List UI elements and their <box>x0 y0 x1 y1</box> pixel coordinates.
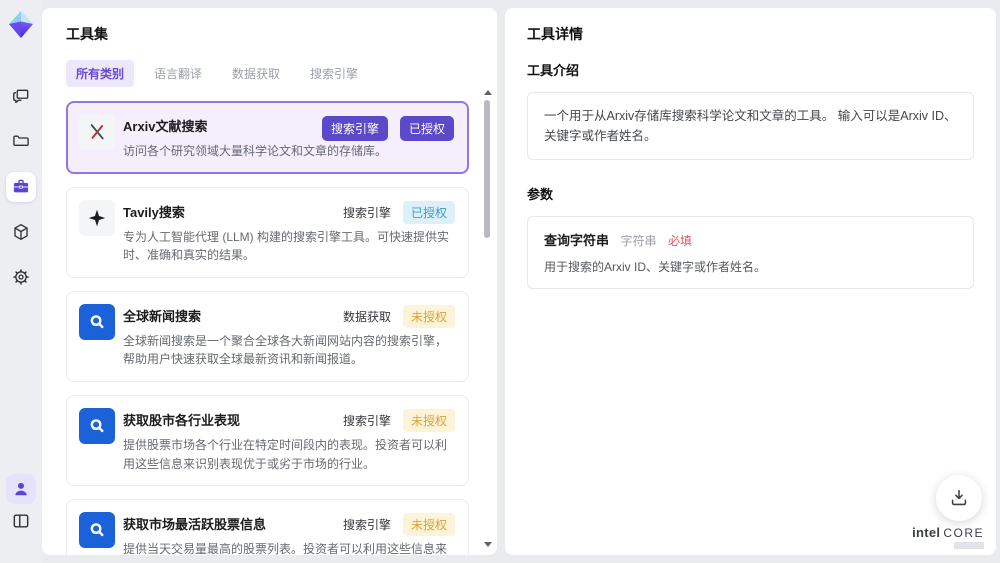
auth-status-badge: 未授权 <box>402 513 455 537</box>
magnifier-icon <box>90 419 104 433</box>
auth-status-badge: 未授权 <box>402 304 455 328</box>
sidebar-rail <box>0 0 42 563</box>
details-panel: 工具详情 工具介绍 一个用于从Arxiv存储库搜索科学论文和文章的工具。 输入可… <box>505 8 996 555</box>
auth-status-badge: 未授权 <box>402 408 455 432</box>
tool-category-tag: 搜索引擎 <box>342 205 391 220</box>
category-tabs: 所有类别 语言翻译 数据获取 搜索引擎 <box>66 60 477 87</box>
tool-card-list: Arxiv文献搜索 访问各个研究领域大量科学论文和文章的存储库。 搜索引擎 已授… <box>66 101 477 555</box>
intel-core-logo: intel core <box>912 526 984 549</box>
parameter-type: 字符串 <box>620 234 657 248</box>
tool-card[interactable]: 获取股市各行业表现 提供股票市场各个行业在特定时间段内的表现。投资者可以利用这些… <box>66 394 469 487</box>
tool-tags: 搜索引擎 已授权 <box>321 116 454 141</box>
folder-icon <box>13 135 29 146</box>
core-logo-text: core <box>943 526 984 540</box>
tool-card[interactable]: Arxiv文献搜索 访问各个研究领域大量科学论文和文章的存储库。 搜索引擎 已授… <box>66 101 469 174</box>
tool-card[interactable]: 全球新闻搜索 全球新闻搜索是一个聚合全球各大新闻网站内容的搜索引擎，帮助用户快速… <box>66 290 469 382</box>
tool-description: 专为人工智能代理 (LLM) 构建的搜索引擎工具。可快速提供实时、准确和真实的结… <box>123 229 450 263</box>
chat-icon <box>13 89 29 104</box>
auth-status-badge: 已授权 <box>399 116 454 141</box>
tool-description: 全球新闻搜索是一个聚合全球各大新闻网站内容的搜索引擎，帮助用户快速获取全球最新资… <box>123 333 448 367</box>
sidebar-item-models[interactable] <box>6 217 36 247</box>
intel-logo-sub-mark <box>954 542 984 549</box>
tool-category-tag: 搜索引擎 <box>342 518 391 533</box>
parameter-card: 查询字符串 字符串 必填 用于搜索的Arxiv ID、关键字或作者姓名。 <box>527 216 974 289</box>
parameter-required-label: 必填 <box>667 234 692 248</box>
tool-tags: 数据获取 未授权 <box>342 304 455 328</box>
auth-status-badge: 已授权 <box>402 200 455 224</box>
arxiv-logo-icon <box>90 124 104 140</box>
tool-tags: 搜索引擎 未授权 <box>342 408 455 432</box>
sidebar-item-settings[interactable] <box>6 262 36 292</box>
sidebar-item-chat[interactable] <box>6 82 36 112</box>
main-area: 工具集 所有类别 语言翻译 数据获取 搜索引擎 Arxiv文献搜索 访问各个研究领域大… <box>42 0 1000 563</box>
scrollbar-up-arrow-icon[interactable] <box>484 90 492 95</box>
tool-tags: 搜索引擎 已授权 <box>342 200 455 224</box>
tool-icon <box>79 114 115 150</box>
parameter-header: 查询字符串 字符串 必填 <box>544 230 957 250</box>
tool-icon <box>79 512 115 549</box>
details-panel-title: 工具详情 <box>527 26 583 42</box>
magnifier-icon <box>90 314 104 328</box>
tool-intro-text: 一个用于从Arxiv存储库搜索科学论文和文章的工具。 输入可以是Arxiv ID… <box>527 92 974 160</box>
sidebar-item-collapse[interactable] <box>6 506 36 536</box>
tools-panel: 工具集 所有类别 语言翻译 数据获取 搜索引擎 Arxiv文献搜索 访问各个研究领域大… <box>42 8 497 555</box>
category-tab-2[interactable]: 数据获取 <box>222 60 290 87</box>
user-icon <box>15 482 27 496</box>
tool-card[interactable]: Tavily搜索 专为人工智能代理 (LLM) 构建的搜索引擎工具。可快速提供实… <box>66 186 469 278</box>
tool-card[interactable]: 获取市场最活跃股票信息 提供当天交易量最高的股票列表。投资者可以利用这些信息来识… <box>66 499 469 555</box>
tool-category-tag: 搜索引擎 <box>321 116 388 141</box>
download-icon <box>951 489 967 506</box>
sidebar-item-toolbox[interactable] <box>6 172 36 202</box>
sparkle-icon <box>88 209 106 226</box>
tool-description: 提供股票市场各个行业在特定时间段内的表现。投资者可以利用这些信息来识别表现优于或… <box>123 437 448 471</box>
app-window: 工具集 所有类别 语言翻译 数据获取 搜索引擎 Arxiv文献搜索 访问各个研究领域大… <box>0 0 1000 563</box>
category-tab-1[interactable]: 语言翻译 <box>144 60 212 87</box>
tools-panel-title: 工具集 <box>66 26 108 42</box>
tool-icon <box>79 407 115 444</box>
category-tab-0[interactable]: 所有类别 <box>66 60 135 87</box>
tool-category-tag: 数据获取 <box>342 309 391 324</box>
tool-icon <box>79 303 115 340</box>
scrollbar-down-arrow-icon[interactable] <box>484 542 492 547</box>
sidebar-item-profile[interactable] <box>6 474 36 504</box>
params-section-header: 参数 <box>527 187 554 202</box>
list-scrollbar[interactable] <box>482 90 492 547</box>
tool-icon <box>79 199 115 236</box>
diamond-logo-icon <box>9 11 33 38</box>
app-logo <box>5 8 37 42</box>
toolbox-icon <box>13 179 29 193</box>
tool-category-tag: 搜索引擎 <box>342 413 391 428</box>
magnifier-icon <box>90 523 104 537</box>
tool-tags: 搜索引擎 未授权 <box>342 513 455 537</box>
tool-description: 提供当天交易量最高的股票列表。投资者可以利用这些信息来识别流动性强的股票和潜在的… <box>123 542 448 555</box>
cube-icon <box>14 224 28 240</box>
intel-logo-text: intel <box>912 525 941 540</box>
gear-icon <box>13 269 29 285</box>
sidebar-item-files[interactable] <box>6 127 36 157</box>
download-button[interactable] <box>936 475 982 521</box>
parameter-name: 查询字符串 <box>544 233 610 248</box>
intro-section-header: 工具介绍 <box>527 63 580 78</box>
scrollbar-thumb[interactable] <box>484 100 490 238</box>
parameter-description: 用于搜索的Arxiv ID、关键字或作者姓名。 <box>544 260 767 274</box>
category-tab-3[interactable]: 搜索引擎 <box>300 60 368 87</box>
panel-toggle-icon <box>13 514 29 528</box>
tool-description: 访问各个研究领域大量科学论文和文章的存储库。 <box>123 144 388 158</box>
